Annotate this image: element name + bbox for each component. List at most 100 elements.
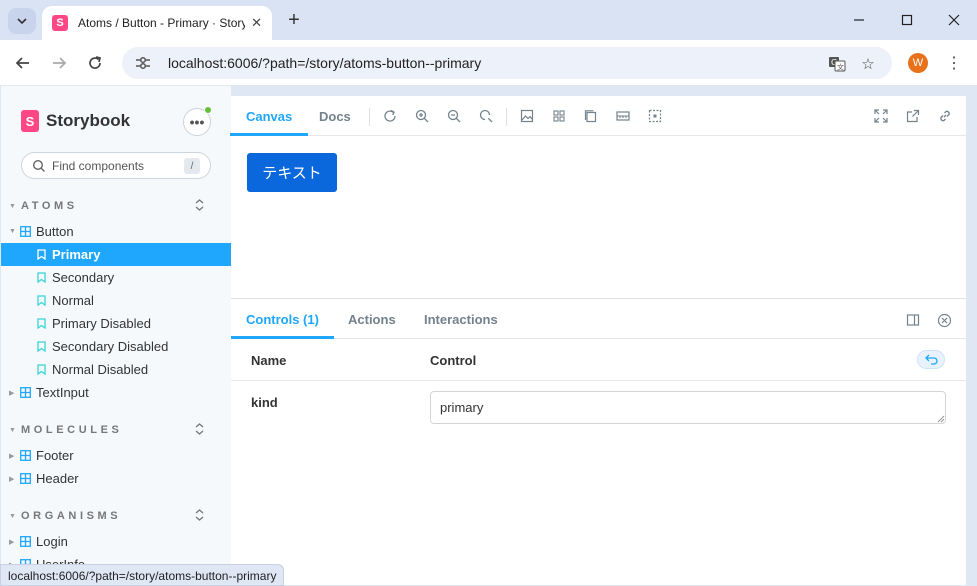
caret-down-icon: ▼ (9, 202, 16, 210)
main-panel: Canvas Docs テキスト Controls (1) Actions In… (229, 96, 966, 585)
search-input[interactable]: Find components / (21, 152, 211, 179)
caret-down-icon: ▼ (9, 512, 16, 520)
reload-icon[interactable] (382, 108, 398, 124)
zoom-out-icon[interactable] (446, 108, 462, 124)
expand-collapse-icon[interactable] (195, 198, 204, 214)
search-placeholder: Find components (52, 158, 145, 173)
tab-canvas[interactable]: Canvas (229, 96, 309, 136)
sidebar-item-textinput[interactable]: ▶ TextInput (1, 381, 231, 404)
close-panel-icon[interactable] (936, 312, 952, 328)
storybook-brand[interactable]: S Storybook (21, 110, 130, 132)
sidebar-item-label: Primary Disabled (52, 316, 151, 331)
sidebar-item-secondary-disabled[interactable]: Secondary Disabled (1, 335, 231, 358)
measure-icon[interactable] (615, 108, 631, 124)
sidebar-item-normal-disabled[interactable]: Normal Disabled (1, 358, 231, 381)
sidebar-item-primary[interactable]: Primary (1, 243, 231, 266)
expand-collapse-icon[interactable] (195, 508, 204, 524)
controls-table-header: Name Control (231, 339, 966, 381)
toolbar-divider (369, 108, 370, 126)
sidebar-item-normal[interactable]: Normal (1, 289, 231, 312)
bookmark-icon (37, 318, 46, 329)
storybook-logo-icon: S (21, 110, 39, 132)
bookmark-icon (37, 364, 46, 375)
panel-orientation-icon[interactable] (905, 312, 921, 328)
tab-docs[interactable]: Docs (319, 96, 351, 136)
back-arrow-icon[interactable] (10, 50, 36, 76)
control-name: kind (251, 395, 278, 410)
sidebar-item-login[interactable]: ▶ Login (1, 530, 231, 553)
forward-arrow-icon[interactable] (46, 50, 72, 76)
bookmark-icon (37, 272, 46, 283)
sidebar-item-header[interactable]: ▶ Header (1, 467, 231, 490)
tab-title: Atoms / Button - Primary · Storybook (78, 16, 246, 30)
group-header-molecules[interactable]: ▼ MOLECULES (1, 420, 231, 440)
addons-tab-bar: Controls (1) Actions Interactions (231, 299, 966, 339)
group-label: MOLECULES (21, 424, 123, 436)
control-row-kind: kind primary (231, 381, 966, 441)
chevron-down-icon (17, 18, 27, 25)
update-notification-dot (204, 106, 212, 114)
storybook-favicon-icon: S (52, 15, 68, 31)
sidebar-item-label: Footer (36, 448, 74, 463)
status-bar-url: localhost:6006/?path=/story/atoms-button… (0, 564, 285, 586)
sidebar-item-button[interactable]: ▼ Button (1, 220, 231, 243)
new-tab-button[interactable]: + (282, 8, 306, 32)
story-canvas: テキスト (231, 137, 966, 298)
sidebar-item-label: Header (36, 471, 79, 486)
sidebar-item-label: Normal (52, 293, 94, 308)
tab-interactions[interactable]: Interactions (424, 299, 498, 339)
svg-text:文: 文 (837, 63, 844, 72)
viewport-icon[interactable] (583, 108, 599, 124)
caret-right-icon: ▶ (9, 538, 15, 546)
sidebar-item-secondary[interactable]: Secondary (1, 266, 231, 289)
kind-text-field[interactable]: primary (430, 391, 946, 424)
sidebar-item-footer[interactable]: ▶ Footer (1, 444, 231, 467)
caret-right-icon: ▶ (9, 389, 15, 397)
grid-icon[interactable] (551, 108, 567, 124)
component-icon (20, 450, 31, 461)
component-icon (20, 226, 31, 237)
translate-icon[interactable]: G文 (827, 54, 847, 74)
browser-menu-icon[interactable]: ⋮ (946, 52, 962, 74)
ellipsis-icon: ••• (189, 114, 205, 130)
sidebar-item-label: Primary (52, 247, 101, 262)
sidebar-item-label: Secondary Disabled (52, 339, 169, 354)
tab-search-button[interactable] (8, 8, 36, 34)
primary-demo-button[interactable]: テキスト (247, 153, 337, 192)
reload-page-icon[interactable] (82, 50, 108, 76)
component-icon (20, 473, 31, 484)
omnibox[interactable]: localhost:6006/?path=/story/atoms-button… (122, 47, 892, 79)
maximize-icon[interactable] (895, 8, 919, 32)
window-close-icon[interactable] (942, 8, 966, 32)
group-label: ORGANISMS (21, 510, 122, 522)
preview-toolbar: Canvas Docs (229, 96, 966, 136)
close-tab-icon[interactable]: ✕ (251, 15, 262, 31)
expand-collapse-icon[interactable] (195, 422, 204, 438)
background-icon[interactable] (519, 108, 535, 124)
zoom-in-icon[interactable] (414, 108, 430, 124)
url-text: localhost:6006/?path=/story/atoms-button… (168, 55, 482, 71)
sidebar-item-label: Login (36, 534, 68, 549)
browser-tab[interactable]: S Atoms / Button - Primary · Storybook ✕ (42, 6, 272, 40)
tab-controls[interactable]: Controls (1) (231, 299, 334, 339)
column-control-header: Control (430, 353, 477, 368)
toolbar-divider (506, 108, 507, 126)
profile-avatar[interactable]: W (908, 53, 928, 73)
reset-controls-button[interactable] (917, 350, 945, 369)
group-header-organisms[interactable]: ▼ ORGANISMS (1, 506, 231, 526)
fullscreen-icon[interactable] (873, 108, 889, 124)
sidebar-item-primary-disabled[interactable]: Primary Disabled (1, 312, 231, 335)
outline-icon[interactable] (647, 108, 663, 124)
bookmark-star-icon[interactable]: ☆ (858, 54, 878, 74)
site-info-icon[interactable] (134, 54, 152, 72)
group-header-atoms[interactable]: ▼ ATOMS (1, 196, 231, 216)
resize-handle-icon[interactable] (937, 415, 945, 423)
zoom-reset-icon[interactable] (478, 108, 494, 124)
bookmark-icon (37, 295, 46, 306)
sidebar-item-label: Button (36, 224, 74, 239)
group-label: ATOMS (21, 200, 78, 212)
tab-actions[interactable]: Actions (348, 299, 396, 339)
open-new-tab-icon[interactable] (905, 108, 921, 124)
copy-link-icon[interactable] (937, 108, 953, 124)
minimize-icon[interactable] (847, 8, 871, 32)
